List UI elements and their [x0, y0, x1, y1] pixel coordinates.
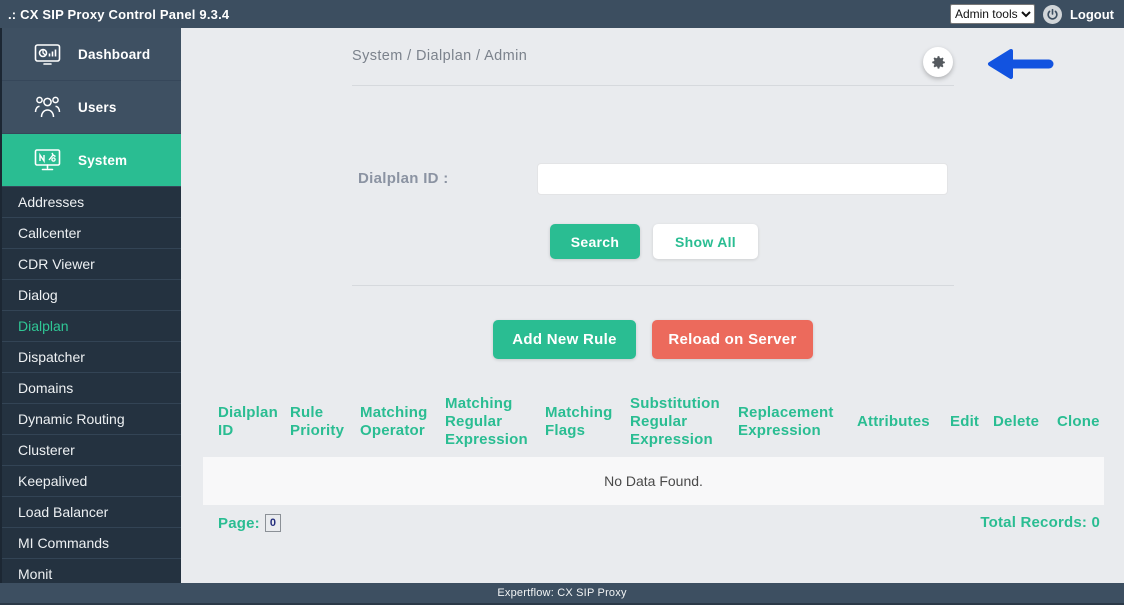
sidebar-item-dashboard[interactable]: Dashboard	[2, 28, 181, 81]
dashboard-icon	[34, 43, 64, 66]
admin-tools-select[interactable]: Admin tools	[950, 4, 1035, 24]
sidebar-item-label: System	[78, 153, 127, 168]
column-header-replacement-expression: Replacement Expression	[738, 404, 857, 439]
main-content: System / Dialplan / Admin Dialplan ID : …	[181, 28, 1124, 583]
sidebar: Dashboard Users	[0, 28, 181, 583]
gear-icon	[930, 54, 947, 71]
app-title: .: CX SIP Proxy Control Panel 9.3.4	[8, 7, 229, 22]
sidebar-item-dialplan[interactable]: Dialplan	[2, 311, 181, 342]
no-data-message: No Data Found.	[604, 473, 703, 489]
power-icon[interactable]	[1043, 5, 1062, 24]
column-header-rule-priority: Rule Priority	[290, 404, 360, 439]
sidebar-item-system[interactable]: System	[2, 134, 181, 187]
dialplan-id-label: Dialplan ID :	[358, 170, 449, 187]
power-glyph	[1046, 8, 1059, 21]
logout-button[interactable]: Logout	[1070, 7, 1114, 22]
users-icon	[34, 95, 64, 119]
settings-gear-button[interactable]	[923, 47, 953, 77]
column-header-edit: Edit	[950, 413, 993, 431]
section-divider	[352, 285, 954, 286]
sidebar-item-mi-commands[interactable]: MI Commands	[2, 528, 181, 559]
topbar-controls: Admin tools Logout	[950, 4, 1114, 24]
annotation-arrow-icon	[987, 48, 1055, 80]
sidebar-item-cdr-viewer[interactable]: CDR Viewer	[2, 249, 181, 280]
pagination: Page: 0	[218, 514, 281, 532]
sidebar-item-label: Users	[78, 100, 117, 115]
table-empty-row: No Data Found.	[203, 457, 1104, 505]
sidebar-item-addresses[interactable]: Addresses	[2, 187, 181, 218]
column-header-matching-operator: Matching Operator	[360, 404, 445, 439]
footer-bar: Expertflow: CX SIP Proxy	[0, 583, 1124, 605]
dialplan-id-input[interactable]	[537, 163, 948, 195]
sidebar-item-label: Dashboard	[78, 47, 150, 62]
sidebar-item-dispatcher[interactable]: Dispatcher	[2, 342, 181, 373]
footer-text: Expertflow: CX SIP Proxy	[497, 587, 626, 599]
column-header-clone: Clone	[1057, 413, 1106, 431]
sidebar-sub-section: Addresses Callcenter CDR Viewer Dialog D…	[2, 187, 181, 590]
sidebar-item-dynamic-routing[interactable]: Dynamic Routing	[2, 404, 181, 435]
column-header-dialplan-id: Dialplan ID	[218, 404, 290, 439]
top-bar: .: CX SIP Proxy Control Panel 9.3.4 Admi…	[0, 0, 1124, 28]
sidebar-item-callcenter[interactable]: Callcenter	[2, 218, 181, 249]
breadcrumb-divider	[352, 85, 954, 86]
add-new-rule-button[interactable]: Add New Rule	[493, 320, 636, 359]
sidebar-item-keepalived[interactable]: Keepalived	[2, 466, 181, 497]
page-label: Page:	[218, 515, 260, 532]
column-header-matching-flags: Matching Flags	[545, 404, 630, 439]
sidebar-item-users[interactable]: Users	[2, 81, 181, 134]
system-icon	[34, 148, 64, 172]
sidebar-main-section: Dashboard Users	[2, 28, 181, 187]
table-header-row: Dialplan ID Rule Priority Matching Opera…	[203, 391, 1104, 453]
breadcrumb: System / Dialplan / Admin	[352, 48, 527, 64]
search-button[interactable]: Search	[550, 224, 640, 259]
column-header-attributes: Attributes	[857, 413, 950, 431]
sidebar-item-domains[interactable]: Domains	[2, 373, 181, 404]
column-header-substitution-regular-expression: Substitution Regular Expression	[630, 395, 738, 448]
total-records-label: Total Records: 0	[980, 514, 1100, 531]
reload-on-server-button[interactable]: Reload on Server	[652, 320, 813, 359]
sidebar-item-dialog[interactable]: Dialog	[2, 280, 181, 311]
sidebar-item-clusterer[interactable]: Clusterer	[2, 435, 181, 466]
sidebar-item-load-balancer[interactable]: Load Balancer	[2, 497, 181, 528]
show-all-button[interactable]: Show All	[653, 224, 758, 259]
column-header-delete: Delete	[993, 413, 1057, 431]
page-number-button[interactable]: 0	[265, 514, 281, 532]
column-header-matching-regular-expression: Matching Regular Expression	[445, 395, 545, 448]
